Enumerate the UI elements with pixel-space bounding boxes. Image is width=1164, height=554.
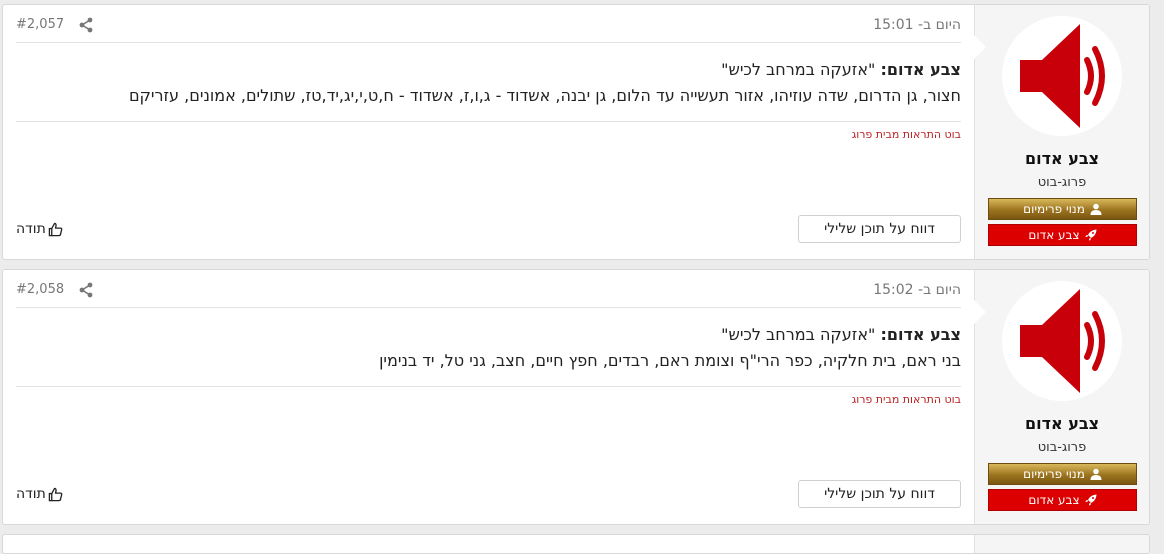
- post: צבע אדום פרוג-בוט מנוי פרימיום צבע אדום …: [2, 269, 1150, 525]
- share-icon[interactable]: [78, 17, 94, 33]
- headline-prefix: צבע אדום:: [880, 60, 961, 79]
- author-name[interactable]: צבע אדום: [975, 414, 1149, 433]
- share-icon[interactable]: [78, 282, 94, 298]
- report-button[interactable]: דווח על תוכן שלילי: [798, 480, 961, 508]
- red-alert-badge: צבע אדום: [988, 224, 1137, 246]
- post-number[interactable]: #2,058: [16, 282, 64, 297]
- premium-badge: מנוי פרימיום: [988, 463, 1137, 485]
- post-content: היום ב- 15:01 #2,057 צבע אדום: "אזעקה במ…: [3, 5, 974, 259]
- post-number[interactable]: #2,057: [16, 17, 64, 32]
- author-notch: [974, 300, 986, 324]
- thanks-button[interactable]: תודה: [16, 486, 63, 502]
- headline-rest: "אזעקה במרחב לכיש": [721, 325, 881, 344]
- thanks-button[interactable]: תודה: [16, 221, 63, 237]
- rocket-icon: [1085, 229, 1097, 241]
- post-partial: [2, 534, 1150, 554]
- post-content: היום ב- 15:02 #2,058 צבע אדום: "אזעקה במ…: [3, 270, 974, 524]
- divider: [16, 42, 961, 43]
- author-panel: צבע אדום פרוג-בוט מנוי פרימיום צבע אדום: [974, 5, 1149, 259]
- premium-badge-label: מנוי פרימיום: [1023, 467, 1085, 481]
- author-panel: צבע אדום פרוג-בוט מנוי פרימיום צבע אדום: [974, 270, 1149, 524]
- author-title: פרוג-בוט: [1037, 440, 1087, 455]
- post-headline: צבע אדום: "אזעקה במרחב לכיש": [16, 57, 961, 83]
- post-headline: צבע אדום: "אזעקה במרחב לכיש": [16, 322, 961, 348]
- thumbs-up-icon: [48, 222, 63, 236]
- red-alert-badge-label: צבע אדום: [1028, 228, 1080, 242]
- divider: [16, 307, 961, 308]
- post: צבע אדום פרוג-בוט מנוי פרימיום צבע אדום …: [2, 4, 1150, 260]
- red-alert-badge: צבע אדום: [988, 489, 1137, 511]
- user-icon: [1090, 468, 1102, 480]
- speaker-icon: [1020, 24, 1105, 128]
- rocket-icon: [1085, 494, 1097, 506]
- avatar[interactable]: [1002, 16, 1122, 136]
- post-body: צבע אדום: "אזעקה במרחב לכיש" חצור, גן הד…: [16, 57, 961, 109]
- premium-badge-label: מנוי פרימיום: [1023, 202, 1085, 216]
- thanks-label: תודה: [16, 221, 46, 237]
- red-alert-badge-label: צבע אדום: [1028, 493, 1080, 507]
- author-title: פרוג-בוט: [1037, 175, 1087, 190]
- signature-divider: [16, 121, 961, 122]
- alert-areas: בני ראם, בית חלקיה, כפר הרי"ף וצומת ראם,…: [379, 351, 961, 370]
- alert-areas: חצור, גן הדרום, שדה עוזיהו, אזור תעשייה …: [128, 86, 961, 105]
- avatar[interactable]: [1002, 281, 1122, 401]
- post-date[interactable]: היום ב- 15:02: [873, 282, 961, 298]
- signature-divider: [16, 386, 961, 387]
- post-body: צבע אדום: "אזעקה במרחב לכיש" בני ראם, בי…: [16, 322, 961, 374]
- user-icon: [1090, 203, 1102, 215]
- thanks-label: תודה: [16, 486, 46, 502]
- signature: בוט התראות מבית פרוג: [851, 128, 961, 141]
- author-notch: [974, 35, 986, 59]
- speaker-icon: [1020, 289, 1105, 393]
- post-date[interactable]: היום ב- 15:01: [873, 17, 961, 33]
- report-button[interactable]: דווח על תוכן שלילי: [798, 215, 961, 243]
- signature: בוט התראות מבית פרוג: [851, 393, 961, 406]
- premium-badge: מנוי פרימיום: [988, 198, 1137, 220]
- thumbs-up-icon: [48, 487, 63, 501]
- author-panel: [974, 535, 1149, 553]
- headline-rest: "אזעקה במרחב לכיש": [721, 60, 881, 79]
- author-name[interactable]: צבע אדום: [975, 149, 1149, 168]
- headline-prefix: צבע אדום:: [880, 325, 961, 344]
